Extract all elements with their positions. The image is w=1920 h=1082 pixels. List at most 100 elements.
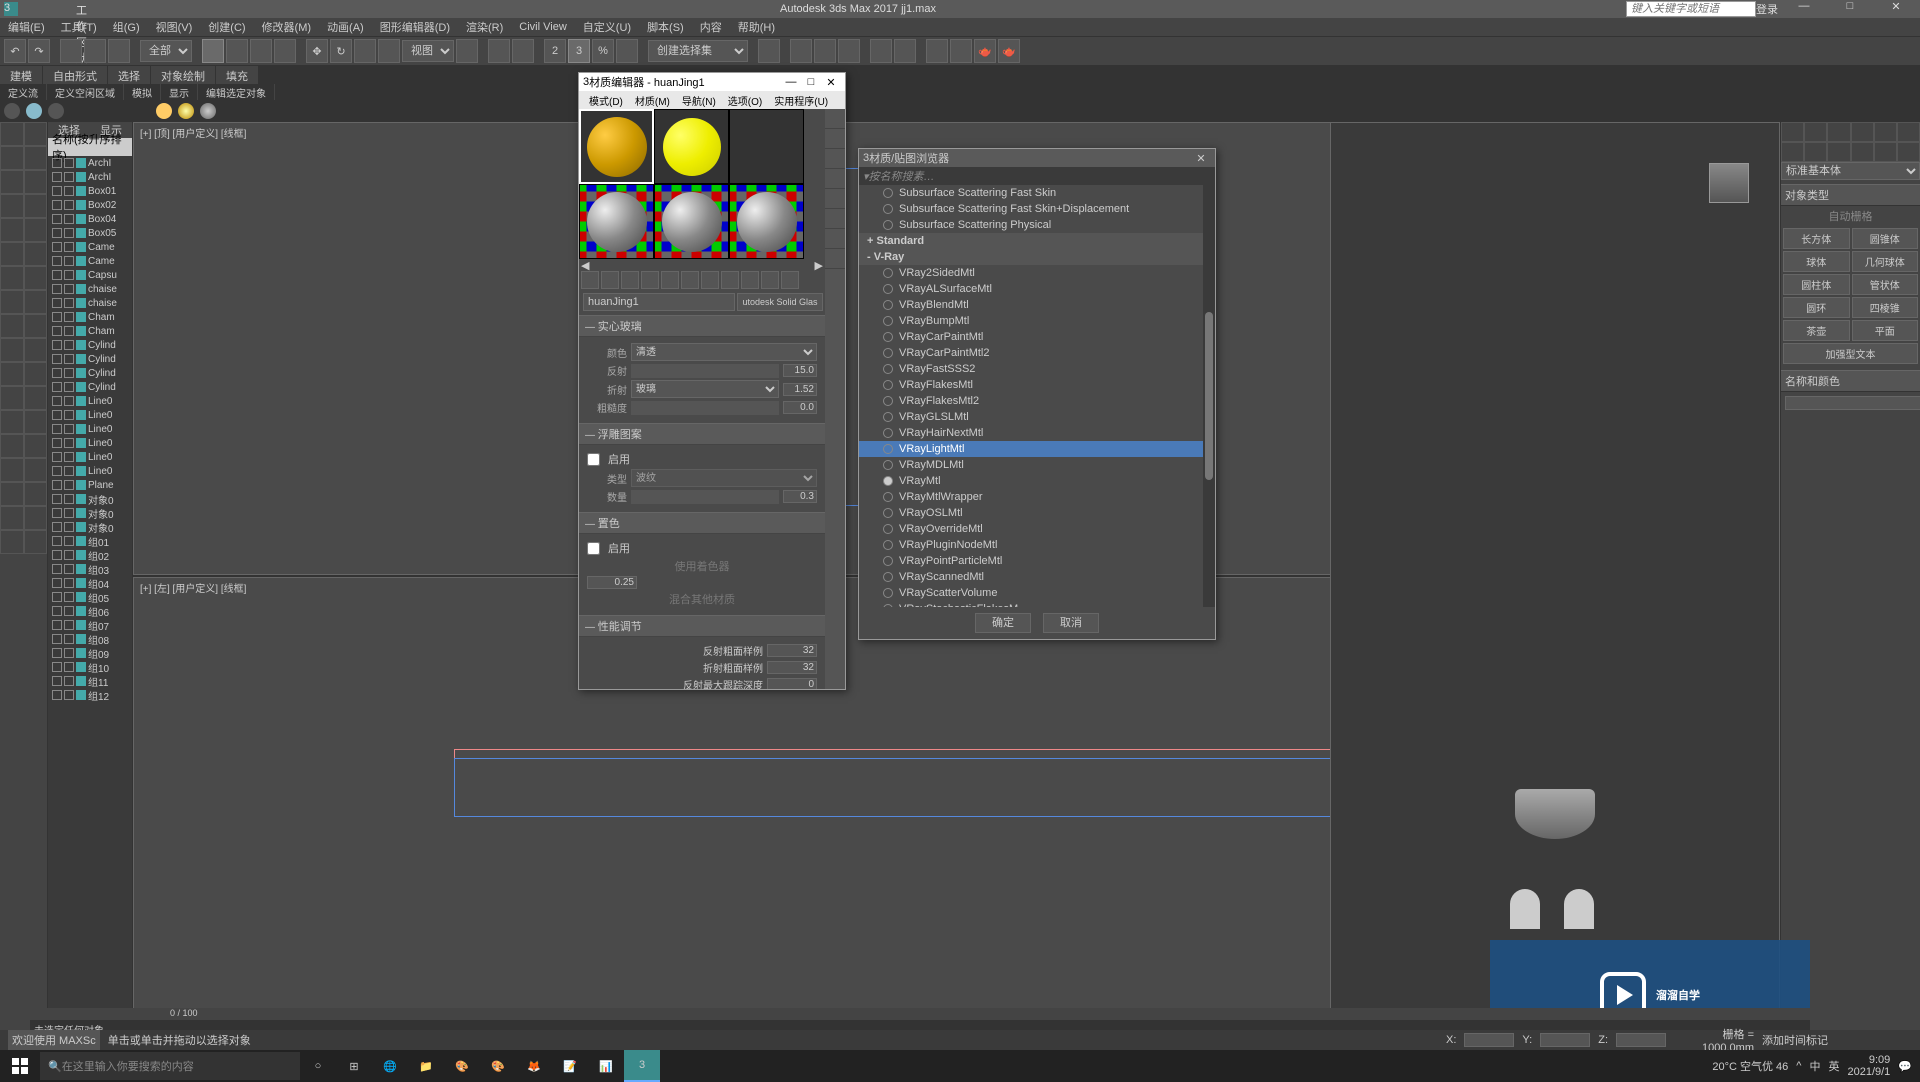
toolbox-button[interactable] [0, 314, 24, 338]
browser-item[interactable]: VRayBumpMtl [859, 313, 1203, 329]
undo-icon[interactable] [40, 2, 54, 16]
tree-item[interactable]: 组02 [48, 548, 132, 562]
explorer-icon[interactable]: 📁 [408, 1050, 444, 1082]
viewcube[interactable] [1709, 163, 1749, 203]
close-button[interactable]: ✕ [1876, 0, 1916, 18]
ref-coord-dropdown[interactable]: 视图 [402, 40, 454, 62]
visibility-icon[interactable] [52, 466, 62, 476]
help-search-input[interactable] [1626, 1, 1756, 17]
tree-item[interactable]: 组08 [48, 632, 132, 646]
render-frame-button[interactable] [950, 39, 972, 63]
visibility-icon[interactable] [52, 620, 62, 630]
visibility-icon[interactable] [52, 228, 62, 238]
visibility-icon[interactable] [52, 340, 62, 350]
menu-item[interactable]: 图形编辑器(D) [372, 19, 458, 35]
keyboard-button[interactable] [512, 39, 534, 63]
nav-button[interactable] [721, 271, 739, 289]
subtab-item[interactable]: 模拟 [124, 84, 161, 100]
toolbox-button[interactable] [0, 266, 24, 290]
freeze-icon[interactable] [64, 536, 74, 546]
tree-item[interactable]: 组05 [48, 590, 132, 604]
menu-item[interactable]: 脚本(S) [639, 19, 692, 35]
forward-button[interactable] [781, 271, 799, 289]
scale-button[interactable] [354, 39, 376, 63]
tree-item[interactable]: Box01 [48, 184, 132, 198]
browser-titlebar[interactable]: 3 材质/贴图浏览器 ✕ [859, 149, 1215, 167]
visibility-icon[interactable] [52, 648, 62, 658]
browser-item[interactable]: VRayPointParticleMtl [859, 553, 1203, 569]
tree-item[interactable]: 对象0 [48, 492, 132, 506]
cancel-button[interactable]: 取消 [1043, 613, 1099, 633]
menu-item[interactable]: 视图(V) [148, 19, 201, 35]
scroll-right-icon[interactable]: ▶ [815, 259, 823, 269]
primitive-button[interactable]: 四棱锥 [1852, 297, 1919, 318]
helpers-subtab[interactable] [1874, 142, 1897, 162]
subtab-item[interactable]: 编辑选定对象 [198, 84, 275, 100]
tree-item[interactable]: ArchI [48, 170, 132, 184]
browser-search[interactable]: ▾ 按名称搜素… [859, 167, 1215, 185]
tree-item[interactable]: Line0 [48, 464, 132, 478]
primitive-button[interactable]: 圆锥体 [1852, 228, 1919, 249]
freeze-icon[interactable] [64, 410, 74, 420]
material-slot[interactable] [729, 184, 804, 259]
coord-x-input[interactable] [1464, 1033, 1514, 1047]
tree-item[interactable]: Came [48, 254, 132, 268]
browser-item[interactable]: VRayBlendMtl [859, 297, 1203, 313]
freeze-icon[interactable] [64, 648, 74, 658]
angle-snap-button[interactable]: % [592, 39, 614, 63]
schematic-button[interactable] [870, 39, 892, 63]
toolbox-button[interactable] [24, 314, 48, 338]
ime-label[interactable]: 英 [1828, 1058, 1839, 1074]
freeze-icon[interactable] [64, 564, 74, 574]
video-check-button[interactable] [825, 189, 845, 209]
pivot-button[interactable] [456, 39, 478, 63]
coord-y-input[interactable] [1540, 1033, 1590, 1047]
tab-item[interactable]: 填充 [216, 66, 259, 84]
selection-filter[interactable]: 全部 [140, 40, 192, 62]
freeze-icon[interactable] [64, 508, 74, 518]
reflect-slider[interactable] [631, 364, 779, 378]
relief-enable-check[interactable] [587, 453, 600, 466]
freeze-icon[interactable] [64, 242, 74, 252]
close-button[interactable]: ✕ [821, 76, 841, 89]
freeze-icon[interactable] [64, 620, 74, 630]
visibility-icon[interactable] [52, 606, 62, 616]
menu-item[interactable]: 实用程序(U) [768, 91, 834, 109]
freeze-icon[interactable] [64, 312, 74, 322]
layers-button[interactable] [814, 39, 836, 63]
browser-item[interactable]: VRayCarPaintMtl2 [859, 345, 1203, 361]
app-icon[interactable]: 🎨 [480, 1050, 516, 1082]
autogrid-label[interactable]: 自动栅格 [1781, 206, 1920, 226]
primitive-button[interactable]: 平面 [1852, 320, 1919, 341]
toolbox-button[interactable] [24, 458, 48, 482]
browser-item[interactable]: VRayScatterVolume [859, 585, 1203, 601]
mirror-button[interactable] [758, 39, 780, 63]
make-button[interactable] [701, 271, 719, 289]
render-prod-button[interactable]: 🫖 [998, 39, 1020, 63]
sample-type-button[interactable] [825, 109, 845, 129]
visibility-icon[interactable] [52, 662, 62, 672]
browser-item[interactable]: VRayGLSLMtl [859, 409, 1203, 425]
browser-item[interactable]: Subsurface Scattering Fast Skin+Displace… [859, 201, 1203, 217]
rollup-tint[interactable]: — 置色 [579, 512, 825, 534]
tree-item[interactable]: Came [48, 240, 132, 254]
toolbox-button[interactable] [0, 122, 24, 146]
options-button[interactable] [681, 271, 699, 289]
toolbox-button[interactable] [0, 458, 24, 482]
browser-item[interactable]: VRayFlakesMtl [859, 377, 1203, 393]
viewport-perspective[interactable] [1330, 122, 1780, 1030]
modify-tab[interactable] [1804, 122, 1827, 142]
snap-3-button[interactable]: 3 [568, 39, 590, 63]
primitive-button[interactable]: 长方体 [1783, 228, 1850, 249]
visibility-icon[interactable] [52, 396, 62, 406]
menu-item[interactable]: 渲染(R) [458, 19, 511, 35]
toolbox-button[interactable] [24, 386, 48, 410]
browser-item[interactable]: VRayScannedMtl [859, 569, 1203, 585]
edge-icon[interactable]: 🌐 [372, 1050, 408, 1082]
menu-item[interactable]: 动画(A) [319, 19, 372, 35]
browser-item[interactable]: VRayPluginNodeMtl [859, 537, 1203, 553]
freeze-icon[interactable] [64, 606, 74, 616]
coord-z-input[interactable] [1616, 1033, 1666, 1047]
toolbox-button[interactable] [24, 410, 48, 434]
visibility-icon[interactable] [52, 172, 62, 182]
